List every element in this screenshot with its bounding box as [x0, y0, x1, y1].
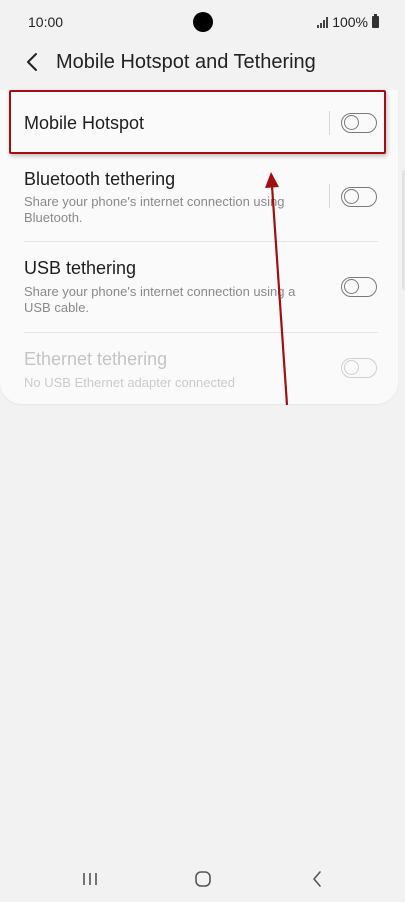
- home-icon: [195, 871, 211, 887]
- mobile-hotspot-toggle[interactable]: [341, 113, 377, 133]
- app-header: Mobile Hotspot and Tethering: [0, 42, 405, 82]
- status-time: 10:00: [28, 14, 64, 30]
- recents-icon: [83, 873, 97, 885]
- battery-icon: [372, 14, 379, 28]
- row-divider: [329, 184, 330, 208]
- ethernet-tethering-toggle: [341, 358, 377, 378]
- page-title: Mobile Hotspot and Tethering: [56, 51, 316, 73]
- toggle-knob: [344, 115, 359, 130]
- row-usb-tethering[interactable]: USB tethering Share your phone's interne…: [0, 242, 398, 332]
- row-title: Mobile Hotspot: [24, 113, 145, 133]
- row-title: Bluetooth tethering: [24, 169, 176, 189]
- usb-tethering-toggle[interactable]: [341, 277, 377, 297]
- settings-card: Mobile Hotspot Bluetooth tethering Share…: [0, 90, 398, 404]
- row-title: USB tethering: [24, 258, 137, 278]
- row-mobile-hotspot[interactable]: Mobile Hotspot: [0, 90, 398, 154]
- row-subtitle: Share your phone's internet connection u…: [24, 194, 285, 225]
- row-subtitle: Share your phone's internet connection u…: [24, 284, 296, 315]
- toggle-knob: [344, 279, 359, 294]
- row-bluetooth-tethering[interactable]: Bluetooth tethering Share your phone's i…: [0, 154, 398, 242]
- nav-back-button[interactable]: [302, 864, 332, 894]
- bluetooth-tethering-toggle[interactable]: [341, 187, 377, 207]
- phone-screen: 10:00 100% Mobile Hotspot and Tethering …: [0, 0, 405, 902]
- row-title: Ethernet tethering: [24, 349, 168, 369]
- navigation-bar: [0, 852, 405, 902]
- row-ethernet-tethering: Ethernet tethering No USB Ethernet adapt…: [0, 333, 398, 403]
- row-subtitle: No USB Ethernet adapter connected: [24, 375, 236, 390]
- signal-icon: [317, 16, 329, 28]
- status-bar: 10:00 100%: [0, 0, 405, 44]
- recents-button[interactable]: [75, 864, 105, 894]
- back-button[interactable]: [18, 48, 46, 76]
- home-button[interactable]: [188, 864, 218, 894]
- chevron-left-icon: [27, 53, 37, 71]
- toggle-knob: [344, 189, 359, 204]
- front-camera: [193, 12, 213, 32]
- row-divider: [329, 111, 330, 135]
- toggle-knob: [344, 360, 359, 375]
- status-indicators: 100%: [317, 14, 379, 30]
- battery-percent: 100%: [332, 14, 368, 30]
- back-icon: [313, 871, 321, 887]
